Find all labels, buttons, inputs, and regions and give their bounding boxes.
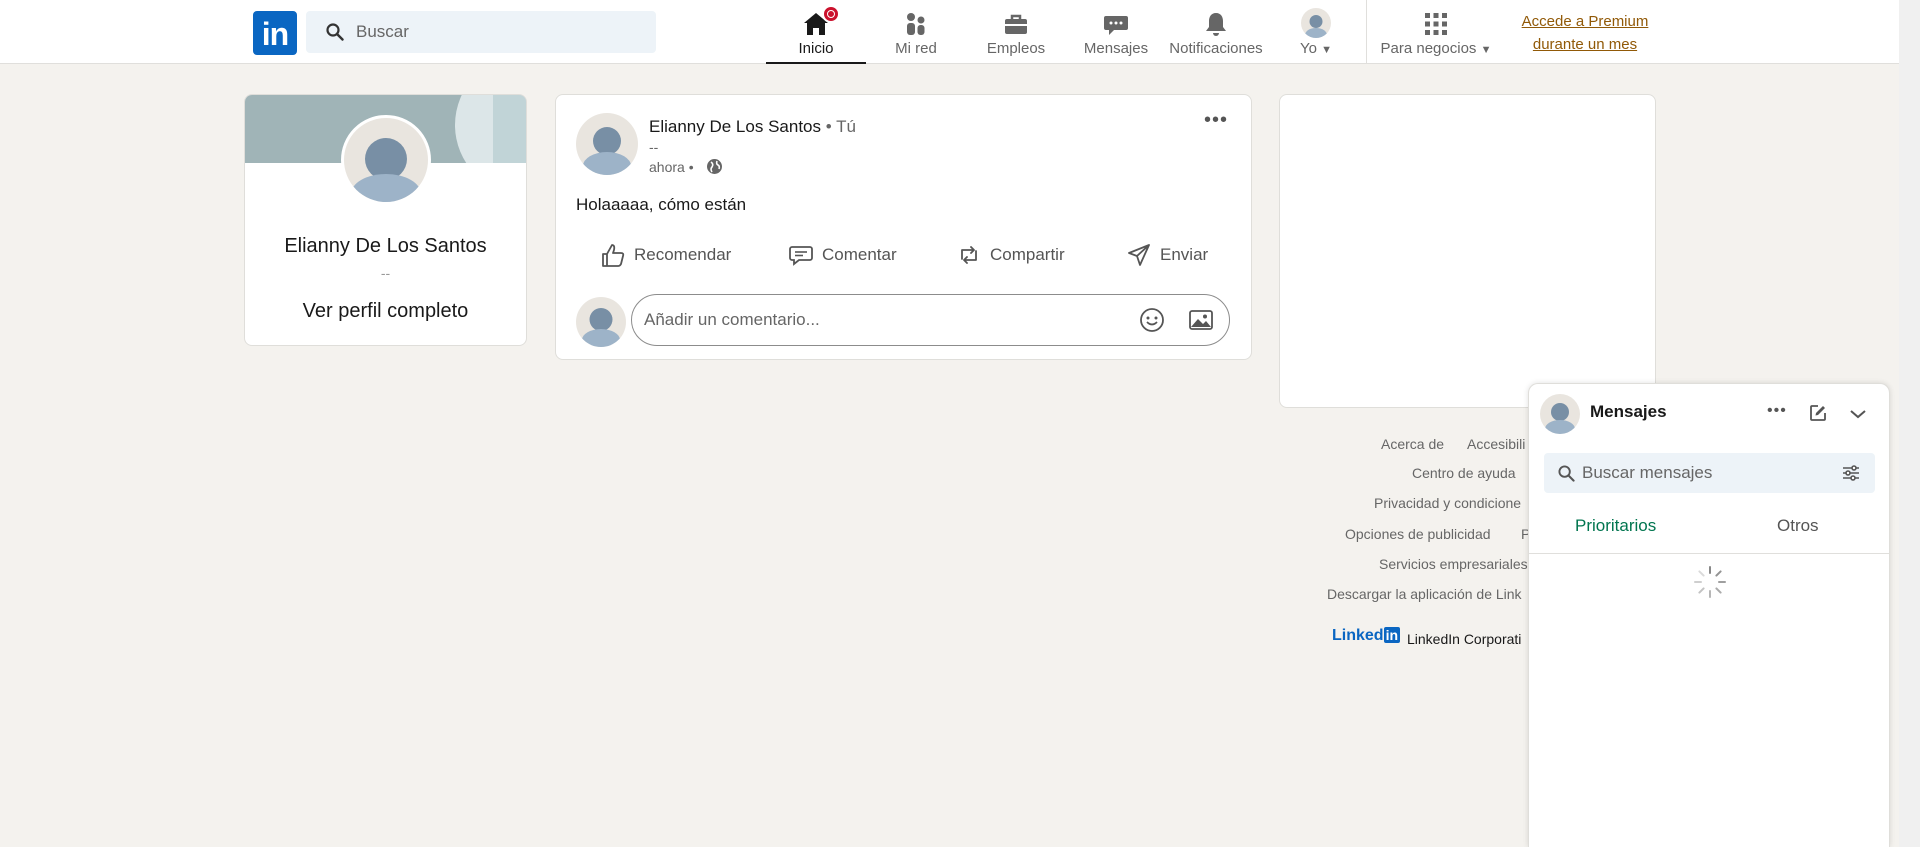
globe-icon (707, 159, 722, 174)
footer-link-download-app[interactable]: Descargar la aplicación de Link (1327, 586, 1522, 602)
right-rail-card (1279, 94, 1656, 408)
filter-icon[interactable] (1842, 464, 1860, 482)
nav-home[interactable]: Inicio (766, 0, 866, 64)
commenter-avatar (576, 297, 626, 347)
chevron-down-icon[interactable] (1849, 408, 1867, 420)
network-icon (907, 13, 925, 35)
nav-label: Mi red (895, 40, 937, 57)
avatar-icon (1301, 8, 1331, 38)
nav-for-business[interactable]: Para negocios ▼ (1372, 0, 1500, 64)
comment-icon (789, 246, 813, 266)
nav-label: Notificaciones (1169, 40, 1263, 57)
post-card: Elianny De Los Santos • Tú -- ahora • ••… (555, 94, 1252, 360)
premium-line-2: durante un mes (1532, 36, 1638, 53)
share-label: Compartir (990, 245, 1065, 264)
linkedin-logo-icon[interactable]: in (253, 11, 297, 55)
tab-other[interactable]: Otros (1777, 516, 1819, 536)
tab-focused[interactable]: Prioritarios (1575, 516, 1656, 536)
like-button[interactable]: Recomendar (600, 235, 731, 275)
nav-me[interactable]: Yo ▼ (1266, 0, 1366, 64)
messaging-panel: Mensajes ••• Prioritarios Otros (1528, 383, 1890, 847)
nav-notifications[interactable]: Notificaciones (1166, 0, 1266, 64)
bell-icon (1206, 13, 1226, 36)
nav-label: Empleos (986, 40, 1046, 57)
footer-link-about[interactable]: Acerca de (1381, 436, 1444, 452)
post-text: Holaaaaa, cómo están (576, 195, 747, 214)
view-full-profile-link[interactable]: Ver perfil completo (245, 300, 526, 323)
comment-box[interactable] (631, 294, 1230, 346)
search-icon (326, 23, 344, 41)
global-search[interactable] (306, 11, 656, 53)
messaging-avatar (1540, 394, 1580, 434)
nav-label: Inicio (798, 40, 834, 57)
post-author-name[interactable]: Elianny De Los Santos • Tú (649, 117, 856, 137)
post-author-avatar[interactable] (576, 113, 638, 175)
top-navigation-bar: in Inicio Mi red Empleos Mensajes Notifi… (0, 0, 1899, 64)
more-options-icon[interactable]: ••• (1204, 109, 1228, 132)
share-button[interactable]: Compartir (956, 235, 1065, 275)
repost-icon (961, 246, 977, 264)
nav-my-network[interactable]: Mi red (866, 0, 966, 64)
messaging-icon (1104, 16, 1128, 35)
briefcase-icon (1005, 14, 1027, 34)
notification-badge (822, 5, 840, 23)
nav-label: Yo ▼ (1299, 40, 1333, 57)
send-icon (1128, 244, 1150, 266)
nav-jobs[interactable]: Empleos (966, 0, 1066, 64)
footer-link-ad-choices[interactable]: Opciones de publicidad (1345, 526, 1491, 542)
messaging-search-input[interactable] (1582, 453, 1832, 493)
send-button[interactable]: Enviar (1126, 235, 1208, 275)
nav-label: Mensajes (1083, 40, 1149, 57)
footer-link-business-services[interactable]: Servicios empresariales (1379, 556, 1528, 572)
messaging-more-icon[interactable]: ••• (1767, 402, 1787, 420)
header-divider (1366, 0, 1367, 64)
like-label: Recomendar (634, 245, 732, 264)
post-timestamp: ahora • (649, 159, 694, 175)
chevron-down-icon: ▼ (1480, 44, 1492, 56)
footer-link-accessibility[interactable]: Accesibili (1467, 436, 1525, 452)
search-icon (1558, 465, 1575, 482)
premium-link[interactable]: Accede a Premium durante un mes (1510, 10, 1660, 56)
profile-headline: -- (380, 265, 391, 281)
profile-name[interactable]: Elianny De Los Santos (245, 235, 526, 258)
profile-avatar[interactable] (341, 115, 431, 205)
premium-line-1: Accede a Premium (1521, 13, 1649, 30)
footer-link-privacy[interactable]: Privacidad y condicione (1374, 495, 1521, 511)
messaging-search[interactable] (1544, 453, 1875, 493)
search-input[interactable] (356, 11, 646, 53)
you-tag: • Tú (821, 117, 856, 136)
emoji-icon[interactable] (1139, 307, 1165, 333)
messaging-title[interactable]: Mensajes (1590, 402, 1667, 422)
tabs-divider (1529, 553, 1889, 554)
comment-input[interactable] (644, 295, 1124, 345)
compose-icon[interactable] (1809, 404, 1827, 422)
comment-button[interactable]: Comentar (788, 235, 897, 275)
thumbs-up-icon (602, 244, 625, 267)
linkedin-wordmark-logo: Linked in (1332, 627, 1401, 644)
post-author-headline: -- (649, 139, 659, 155)
nav-messaging[interactable]: Mensajes (1066, 0, 1166, 64)
image-icon[interactable] (1188, 307, 1214, 333)
grid-icon (1425, 13, 1447, 35)
profile-card: Elianny De Los Santos -- Ver perfil comp… (244, 94, 527, 346)
comment-label: Comentar (822, 245, 897, 264)
page-scrollbar[interactable] (1899, 0, 1920, 847)
send-label: Enviar (1160, 245, 1209, 264)
footer-link-help-center[interactable]: Centro de ayuda (1412, 465, 1516, 481)
chevron-down-icon: ▼ (1321, 44, 1333, 56)
loading-spinner-icon (1694, 566, 1726, 598)
nav-label: Para negocios ▼ (1380, 40, 1492, 57)
footer-copyright: LinkedIn Corporati (1407, 631, 1522, 647)
